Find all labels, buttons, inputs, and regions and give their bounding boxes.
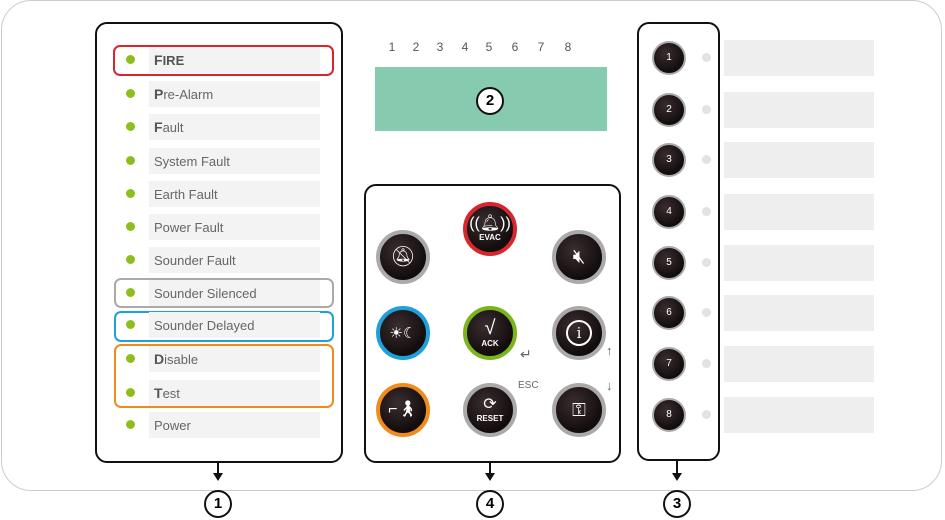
mute-buzzer-button[interactable]: 🔕︎ <box>376 230 430 284</box>
indicator-led <box>126 156 135 165</box>
refresh-icon: ⟳ <box>483 396 497 413</box>
zone-led <box>702 308 711 317</box>
display-digit-label: 2 <box>412 40 420 54</box>
test-person-icon: ⌐🚶︎ <box>388 401 418 418</box>
callout-1: 1 <box>204 490 232 518</box>
zone-label-strip <box>724 40 874 76</box>
indicator-led <box>126 89 135 98</box>
zone-label-strip <box>724 245 874 281</box>
indicator-label: FIRE <box>149 47 320 73</box>
day-night-button[interactable]: ☀☾ <box>376 306 430 360</box>
enter-arrow-icon: ↵ <box>520 346 532 362</box>
indicator-led <box>126 388 135 397</box>
indicator-label: Sounder Silenced <box>149 280 320 306</box>
zone-led <box>702 359 711 368</box>
zone-led <box>702 53 711 62</box>
indicator-label: System Fault <box>149 148 320 174</box>
zone-button[interactable]: 2 <box>652 93 686 127</box>
callout-2: 2 <box>476 87 504 115</box>
silence-sounders-button[interactable]: 🔇︎ <box>552 230 606 284</box>
indicator-led <box>126 122 135 131</box>
info-icon: i <box>566 320 592 346</box>
display-digit-label: 4 <box>461 40 469 54</box>
display-digit-label: 5 <box>485 40 493 54</box>
callout-3: 3 <box>663 490 691 518</box>
zone-button[interactable]: 8 <box>652 398 686 432</box>
key-button[interactable]: ⚿ <box>552 383 606 437</box>
bell-ringing-icon: ((🔔︎)) <box>469 215 511 232</box>
zone-label-strip <box>724 194 874 230</box>
zone-button[interactable]: 4 <box>652 195 686 229</box>
sun-moon-icon: ☀☾ <box>389 324 417 342</box>
indicator-led <box>126 55 135 64</box>
indicator-led <box>126 255 135 264</box>
zone-button[interactable]: 6 <box>652 296 686 330</box>
zone-label-strip <box>724 142 874 178</box>
indicator-led <box>126 320 135 329</box>
arrow-head <box>672 473 682 481</box>
zone-led <box>702 155 711 164</box>
display-digit-label: 1 <box>388 40 396 54</box>
zone-led <box>702 258 711 267</box>
indicator-led <box>126 288 135 297</box>
esc-label: ESC <box>518 380 539 391</box>
up-arrow-icon: ↑ <box>606 343 613 358</box>
zone-led <box>702 105 711 114</box>
indicator-label: Sounder Fault <box>149 247 320 273</box>
test-button[interactable]: ⌐🚶︎ <box>376 383 430 437</box>
bell-off-icon: 🔕︎ <box>390 246 416 268</box>
arrow-head <box>485 473 495 481</box>
zone-button[interactable]: 5 <box>652 246 686 280</box>
zone-panel <box>637 22 720 461</box>
zone-label-strip <box>724 346 874 382</box>
zone-label-strip <box>724 92 874 128</box>
indicator-label: Power <box>149 412 320 438</box>
indicator-label: Sounder Delayed <box>149 312 320 338</box>
display-digit-label: 8 <box>564 40 572 54</box>
check-icon: √ <box>484 317 496 339</box>
indicator-label: Earth Fault <box>149 181 320 207</box>
key-icon: ⚿ <box>572 400 586 420</box>
down-arrow-icon: ↓ <box>606 378 613 393</box>
indicator-led <box>126 354 135 363</box>
display-digit-label: 3 <box>436 40 444 54</box>
info-button[interactable]: i <box>552 306 606 360</box>
callout-4: 4 <box>476 490 504 518</box>
ack-button[interactable]: √ ACK <box>463 306 517 360</box>
callout-line-3 <box>676 460 678 474</box>
zone-button[interactable]: 7 <box>652 347 686 381</box>
display-digit-label: 7 <box>537 40 545 54</box>
zone-button[interactable]: 3 <box>652 143 686 177</box>
zone-label-strip <box>724 295 874 331</box>
arrow-head <box>213 473 223 481</box>
zone-label-strip <box>724 397 874 433</box>
reset-button[interactable]: ⟳ RESET <box>463 383 517 437</box>
indicator-label: Power Fault <box>149 214 320 240</box>
zone-led <box>702 207 711 216</box>
indicator-label: Pre-Alarm <box>149 81 320 107</box>
evac-button[interactable]: ((🔔︎)) EVAC <box>463 202 517 256</box>
indicator-led <box>126 189 135 198</box>
speaker-off-icon: 🔇︎ <box>572 246 586 268</box>
display-digit-label: 6 <box>511 40 519 54</box>
indicator-label: Disable <box>149 346 320 372</box>
zone-button[interactable]: 1 <box>652 41 686 75</box>
zone-led <box>702 410 711 419</box>
indicator-led <box>126 420 135 429</box>
indicator-label: Test <box>149 380 320 406</box>
indicator-label: Fault <box>149 114 320 140</box>
indicator-led <box>126 222 135 231</box>
